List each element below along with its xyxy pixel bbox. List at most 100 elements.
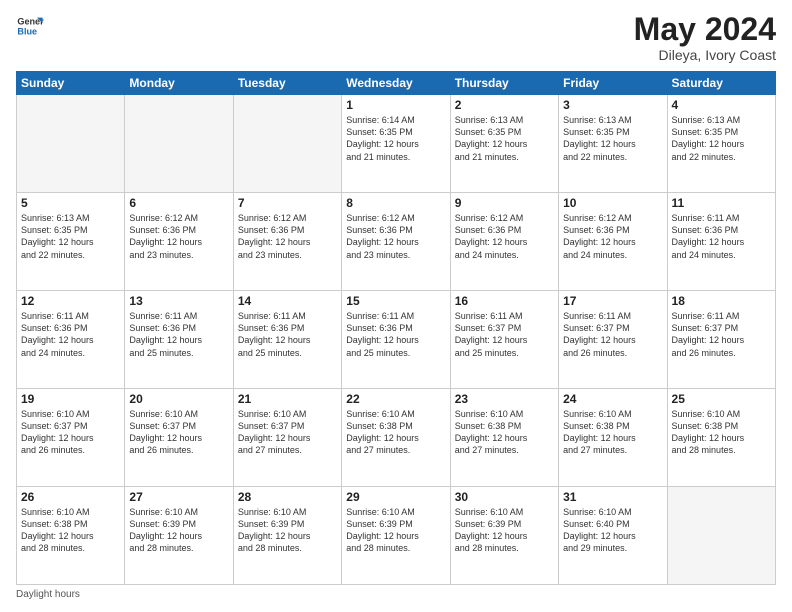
day-number: 21 bbox=[238, 392, 337, 406]
week-row-1: 1Sunrise: 6:14 AM Sunset: 6:35 PM Daylig… bbox=[17, 95, 776, 193]
calendar-cell: 8 Sunrise: 6:12 AM Sunset: 6:36 PM Daylig… bbox=[342, 193, 450, 291]
calendar-cell: 23 Sunrise: 6:10 AM Sunset: 6:38 PM Dayli… bbox=[450, 389, 558, 487]
day-number: 26 bbox=[21, 490, 120, 504]
calendar-cell: 16 Sunrise: 6:11 AM Sunset: 6:37 PM Dayli… bbox=[450, 291, 558, 389]
day-info: Sunrise: 6:11 AM Sunset: 6:37 PM Dayligh… bbox=[672, 310, 771, 359]
day-info: Sunrise: 6:13 AM Sunset: 6:35 PM Dayligh… bbox=[455, 114, 554, 163]
day-info: Sunrise: 6:10 AM Sunset: 6:39 PM Dayligh… bbox=[455, 506, 554, 555]
day-number: 14 bbox=[238, 294, 337, 308]
day-number: 25 bbox=[672, 392, 771, 406]
calendar-cell: 27Sunrise: 6:10 AM Sunset: 6:39 PM Dayli… bbox=[125, 487, 233, 585]
day-info: Sunrise: 6:11 AM Sunset: 6:36 PM Dayligh… bbox=[346, 310, 445, 359]
day-number: 16 bbox=[455, 294, 554, 308]
day-number: 4 bbox=[672, 98, 771, 112]
weekday-header-saturday: Saturday bbox=[667, 72, 775, 95]
day-info: Sunrise: 6:10 AM Sunset: 6:39 PM Dayligh… bbox=[346, 506, 445, 555]
day-info: Sunrise: 6:12 AM Sunset: 6:36 PM Dayligh… bbox=[455, 212, 554, 261]
weekday-header-tuesday: Tuesday bbox=[233, 72, 341, 95]
week-row-2: 5 Sunrise: 6:13 AM Sunset: 6:35 PM Daylig… bbox=[17, 193, 776, 291]
day-info: Sunrise: 6:11 AM Sunset: 6:36 PM Dayligh… bbox=[21, 310, 120, 359]
day-number: 31 bbox=[563, 490, 662, 504]
calendar-cell: 25 Sunrise: 6:10 AM Sunset: 6:38 PM Dayli… bbox=[667, 389, 775, 487]
day-number: 9 bbox=[455, 196, 554, 210]
day-number: 10 bbox=[563, 196, 662, 210]
day-info: Sunrise: 6:10 AM Sunset: 6:37 PM Dayligh… bbox=[129, 408, 228, 457]
day-info: Sunrise: 6:10 AM Sunset: 6:39 PM Dayligh… bbox=[238, 506, 337, 555]
calendar-cell: 3Sunrise: 6:13 AM Sunset: 6:35 PM Daylig… bbox=[559, 95, 667, 193]
calendar-cell: 31 Sunrise: 6:10 AM Sunset: 6:40 PM Dayli… bbox=[559, 487, 667, 585]
calendar-cell: 29 Sunrise: 6:10 AM Sunset: 6:39 PM Dayli… bbox=[342, 487, 450, 585]
location-subtitle: Dileya, Ivory Coast bbox=[634, 47, 776, 63]
calendar-cell: 28 Sunrise: 6:10 AM Sunset: 6:39 PM Dayli… bbox=[233, 487, 341, 585]
day-number: 18 bbox=[672, 294, 771, 308]
weekday-header-thursday: Thursday bbox=[450, 72, 558, 95]
day-info: Sunrise: 6:10 AM Sunset: 6:38 PM Dayligh… bbox=[346, 408, 445, 457]
calendar-cell: 26 Sunrise: 6:10 AM Sunset: 6:38 PM Dayli… bbox=[17, 487, 125, 585]
week-row-3: 12Sunrise: 6:11 AM Sunset: 6:36 PM Dayli… bbox=[17, 291, 776, 389]
calendar-cell: 13Sunrise: 6:11 AM Sunset: 6:36 PM Dayli… bbox=[125, 291, 233, 389]
day-info: Sunrise: 6:10 AM Sunset: 6:38 PM Dayligh… bbox=[455, 408, 554, 457]
calendar-cell: 18 Sunrise: 6:11 AM Sunset: 6:37 PM Dayli… bbox=[667, 291, 775, 389]
day-info: Sunrise: 6:11 AM Sunset: 6:37 PM Dayligh… bbox=[455, 310, 554, 359]
calendar-cell: 9 Sunrise: 6:12 AM Sunset: 6:36 PM Daylig… bbox=[450, 193, 558, 291]
week-row-4: 19 Sunrise: 6:10 AM Sunset: 6:37 PM Dayli… bbox=[17, 389, 776, 487]
calendar-cell bbox=[667, 487, 775, 585]
month-title: May 2024 bbox=[634, 12, 776, 47]
day-number: 15 bbox=[346, 294, 445, 308]
logo: General Blue bbox=[16, 12, 44, 40]
weekday-header-row: SundayMondayTuesdayWednesdayThursdayFrid… bbox=[17, 72, 776, 95]
day-number: 24 bbox=[563, 392, 662, 406]
weekday-header-friday: Friday bbox=[559, 72, 667, 95]
calendar-cell: 7 Sunrise: 6:12 AM Sunset: 6:36 PM Daylig… bbox=[233, 193, 341, 291]
calendar-cell: 17Sunrise: 6:11 AM Sunset: 6:37 PM Dayli… bbox=[559, 291, 667, 389]
day-number: 20 bbox=[129, 392, 228, 406]
page: General Blue May 2024 Dileya, Ivory Coas… bbox=[0, 0, 792, 612]
day-number: 23 bbox=[455, 392, 554, 406]
calendar-cell: 10 Sunrise: 6:12 AM Sunset: 6:36 PM Dayli… bbox=[559, 193, 667, 291]
day-number: 1 bbox=[346, 98, 445, 112]
calendar-cell: 12Sunrise: 6:11 AM Sunset: 6:36 PM Dayli… bbox=[17, 291, 125, 389]
calendar-cell: 1Sunrise: 6:14 AM Sunset: 6:35 PM Daylig… bbox=[342, 95, 450, 193]
day-info: Sunrise: 6:13 AM Sunset: 6:35 PM Dayligh… bbox=[563, 114, 662, 163]
logo-icon: General Blue bbox=[16, 12, 44, 40]
day-info: Sunrise: 6:12 AM Sunset: 6:36 PM Dayligh… bbox=[563, 212, 662, 261]
calendar-cell: 24Sunrise: 6:10 AM Sunset: 6:38 PM Dayli… bbox=[559, 389, 667, 487]
day-info: Sunrise: 6:11 AM Sunset: 6:36 PM Dayligh… bbox=[238, 310, 337, 359]
calendar-cell: 6Sunrise: 6:12 AM Sunset: 6:36 PM Daylig… bbox=[125, 193, 233, 291]
calendar-cell bbox=[233, 95, 341, 193]
calendar-cell: 11 Sunrise: 6:11 AM Sunset: 6:36 PM Dayli… bbox=[667, 193, 775, 291]
day-info: Sunrise: 6:10 AM Sunset: 6:40 PM Dayligh… bbox=[563, 506, 662, 555]
day-info: Sunrise: 6:13 AM Sunset: 6:35 PM Dayligh… bbox=[21, 212, 120, 261]
day-number: 5 bbox=[21, 196, 120, 210]
day-number: 28 bbox=[238, 490, 337, 504]
day-number: 19 bbox=[21, 392, 120, 406]
day-number: 11 bbox=[672, 196, 771, 210]
calendar-cell: 5 Sunrise: 6:13 AM Sunset: 6:35 PM Daylig… bbox=[17, 193, 125, 291]
footer-note: Daylight hours bbox=[16, 589, 776, 600]
day-info: Sunrise: 6:10 AM Sunset: 6:38 PM Dayligh… bbox=[21, 506, 120, 555]
calendar-cell bbox=[17, 95, 125, 193]
calendar-cell: 15 Sunrise: 6:11 AM Sunset: 6:36 PM Dayli… bbox=[342, 291, 450, 389]
day-number: 6 bbox=[129, 196, 228, 210]
day-info: Sunrise: 6:12 AM Sunset: 6:36 PM Dayligh… bbox=[346, 212, 445, 261]
calendar-cell: 2Sunrise: 6:13 AM Sunset: 6:35 PM Daylig… bbox=[450, 95, 558, 193]
day-info: Sunrise: 6:13 AM Sunset: 6:35 PM Dayligh… bbox=[672, 114, 771, 163]
calendar-cell: 30Sunrise: 6:10 AM Sunset: 6:39 PM Dayli… bbox=[450, 487, 558, 585]
day-number: 7 bbox=[238, 196, 337, 210]
calendar-cell: 4 Sunrise: 6:13 AM Sunset: 6:35 PM Daylig… bbox=[667, 95, 775, 193]
day-info: Sunrise: 6:11 AM Sunset: 6:36 PM Dayligh… bbox=[129, 310, 228, 359]
weekday-header-monday: Monday bbox=[125, 72, 233, 95]
weekday-header-wednesday: Wednesday bbox=[342, 72, 450, 95]
title-block: May 2024 Dileya, Ivory Coast bbox=[634, 12, 776, 63]
calendar-cell: 19Sunrise: 6:10 AM Sunset: 6:37 PM Dayli… bbox=[17, 389, 125, 487]
day-number: 29 bbox=[346, 490, 445, 504]
day-info: Sunrise: 6:10 AM Sunset: 6:39 PM Dayligh… bbox=[129, 506, 228, 555]
weekday-header-sunday: Sunday bbox=[17, 72, 125, 95]
calendar-cell: 20 Sunrise: 6:10 AM Sunset: 6:37 PM Dayli… bbox=[125, 389, 233, 487]
day-info: Sunrise: 6:11 AM Sunset: 6:36 PM Dayligh… bbox=[672, 212, 771, 261]
day-number: 17 bbox=[563, 294, 662, 308]
day-info: Sunrise: 6:10 AM Sunset: 6:38 PM Dayligh… bbox=[672, 408, 771, 457]
day-info: Sunrise: 6:12 AM Sunset: 6:36 PM Dayligh… bbox=[238, 212, 337, 261]
header: General Blue May 2024 Dileya, Ivory Coas… bbox=[16, 12, 776, 63]
day-number: 8 bbox=[346, 196, 445, 210]
